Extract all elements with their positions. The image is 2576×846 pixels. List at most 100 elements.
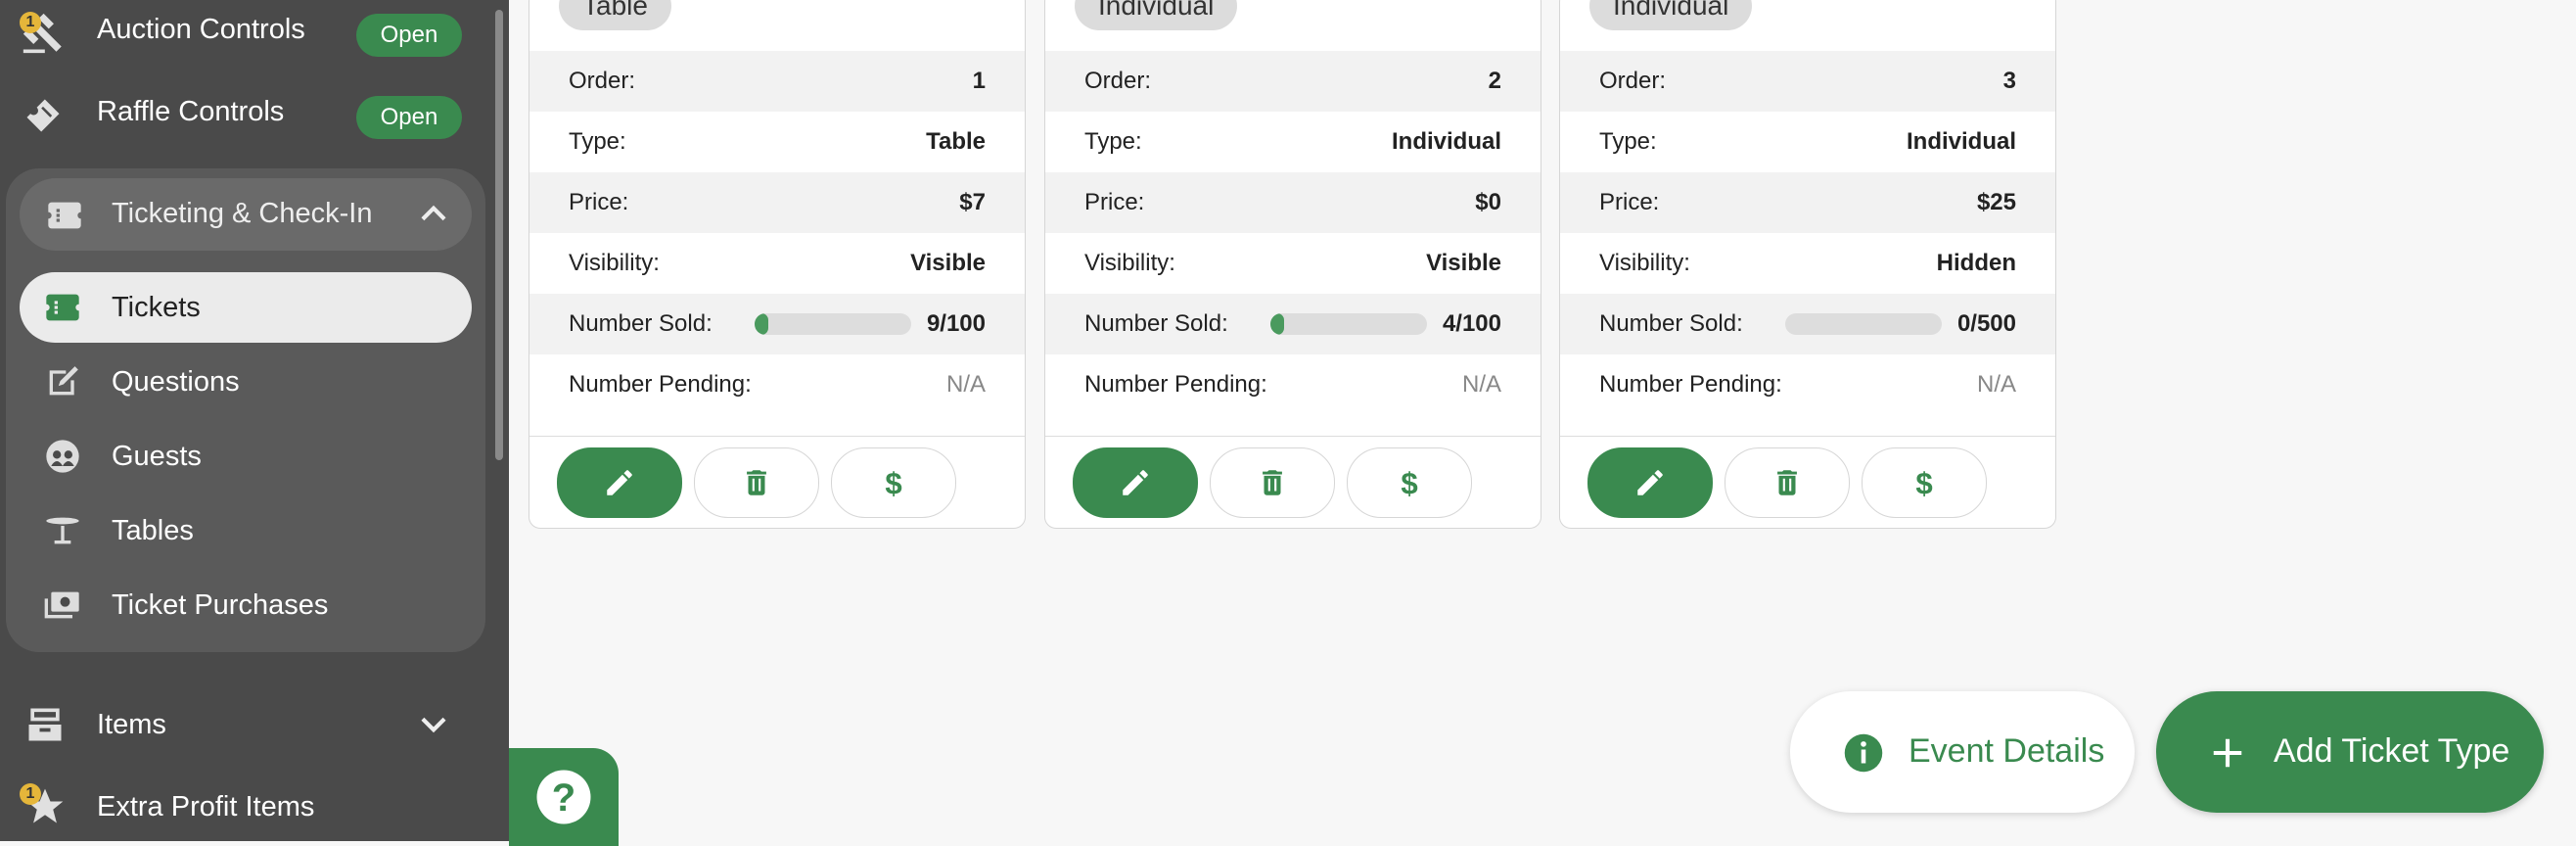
inventory-icon [28,708,62,741]
pencil-icon [1123,470,1148,495]
visibility-value: Visible [1426,250,1501,276]
sidebar-item-tickets[interactable]: Tickets [20,272,472,343]
sold-row: Number Sold: 4/100 [1045,294,1541,354]
order-label: Order: [569,68,636,94]
type-value: Table [926,128,986,155]
pending-label: Number Pending: [1084,371,1267,398]
price-label: Price: [1084,189,1145,215]
divider [1560,436,2055,437]
sold-value: 4/100 [1442,310,1501,337]
sidebar-scrollbar[interactable] [495,10,503,460]
pending-row: Number Pending: N/A [529,354,1025,415]
edit-button[interactable] [1587,447,1713,518]
event-details-button[interactable]: Event Details [1790,691,2135,813]
auction-badge: 1 [20,12,41,33]
auction-controls-label: Auction Controls [97,14,305,45]
sidebar-item-guests[interactable]: Guests [20,421,472,492]
svg-text:$: $ [1915,466,1932,499]
chevron-up-icon[interactable] [415,196,452,233]
price-value: $25 [1976,189,2016,215]
order-label: Order: [1084,68,1152,94]
sidebar-item-questions[interactable]: Questions [20,347,472,417]
sold-label: Number Sold: [1084,310,1228,337]
sidebar-item-items[interactable]: Items [0,685,489,764]
sidebar-item-label: Questions [112,366,240,398]
delete-button[interactable] [1210,447,1335,518]
sold-progress-fill [755,313,769,335]
delete-button[interactable] [1725,447,1850,518]
info-icon [1844,733,1883,773]
pencil-icon [1637,470,1663,495]
order-row: Order: 3 [1560,51,2055,112]
sold-value: 9/100 [926,310,986,337]
price-row: Price: $7 [529,172,1025,233]
visibility-label: Visibility: [1084,250,1175,276]
items-label: Items [97,709,166,740]
raffle-controls-label: Raffle Controls [97,96,285,127]
sold-label: Number Sold: [1599,310,1743,337]
ticketing-group-header[interactable]: Ticketing & Check-In [20,178,472,251]
chevron-down-icon[interactable] [415,705,452,742]
sidebar-item-ticket-purchases[interactable]: Ticket Purchases [20,570,472,640]
trash-icon [1263,470,1282,495]
sold-value: 0/500 [1956,310,2016,337]
pencil-icon [607,470,632,495]
type-label: Type: [1599,128,1657,155]
divider [1045,436,1541,437]
order-value: 3 [2002,68,2016,94]
guests-icon [46,440,79,473]
svg-text:$: $ [885,466,901,499]
pending-label: Number Pending: [569,371,752,398]
price-value: $0 [1475,189,1501,215]
ticket-icon [46,294,79,321]
sidebar-item-label: Tables [112,515,194,546]
sidebar-item-extra-profit-items[interactable]: 1 Extra Profit Items [0,768,489,841]
pricing-button[interactable]: $ [831,447,956,518]
trash-icon [747,470,766,495]
sidebar-item-auction-controls[interactable]: 1 Auction Controls Open [0,0,489,72]
ticket-card: Table Order: 1 Type: Table Price: $7 Visibi… [529,0,1026,529]
delete-button[interactable] [694,447,819,518]
visibility-row: Visibility: Visible [1045,233,1541,294]
type-label: Type: [1084,128,1142,155]
help-button[interactable]: ? [509,748,619,846]
price-row: Price: $25 [1560,172,2055,233]
sidebar-item-tables[interactable]: Tables [20,495,472,566]
price-label: Price: [1599,189,1660,215]
sold-progress-bar [1270,313,1427,335]
edit-button[interactable] [557,447,682,518]
raffle-ticket-icon [26,99,60,132]
type-value: Individual [1906,128,2016,155]
order-label: Order: [1599,68,1667,94]
sidebar-item-label: Guests [112,441,202,472]
sidebar-item-raffle-controls[interactable]: Raffle Controls Open [0,72,489,155]
trash-icon [1777,470,1797,495]
sold-row: Number Sold: 9/100 [529,294,1025,354]
pending-row: Number Pending: N/A [1560,354,2055,415]
edit-button[interactable] [1073,447,1198,518]
sold-progress-fill [1270,313,1284,335]
sidebar: 1 Auction Controls Open Raffle Controls … [0,0,509,841]
purchase-icon [44,591,79,619]
dollar-icon: $ [1915,466,1932,499]
auction-status-badge: Open [356,14,462,57]
raffle-status-badge: Open [356,96,462,139]
sold-row: Number Sold: 0/500 [1560,294,2055,354]
order-value: 1 [972,68,986,94]
help-icon: ? [536,770,591,824]
type-value: Individual [1391,128,1501,155]
dollar-icon: $ [885,466,901,499]
price-label: Price: [569,189,629,215]
price-value: $7 [959,189,986,215]
extra-profit-items-label: Extra Profit Items [97,791,315,822]
add-ticket-type-button[interactable]: Add Ticket Type [2156,691,2544,813]
visibility-value: Hidden [1936,250,2016,276]
pending-label: Number Pending: [1599,371,1782,398]
plus-icon [2213,738,2242,768]
pricing-button[interactable]: $ [1347,447,1472,518]
visibility-label: Visibility: [1599,250,1690,276]
pending-row: Number Pending: N/A [1045,354,1541,415]
order-row: Order: 1 [529,51,1025,112]
pricing-button[interactable]: $ [1862,447,1987,518]
event-details-label: Event Details [1909,732,2105,770]
